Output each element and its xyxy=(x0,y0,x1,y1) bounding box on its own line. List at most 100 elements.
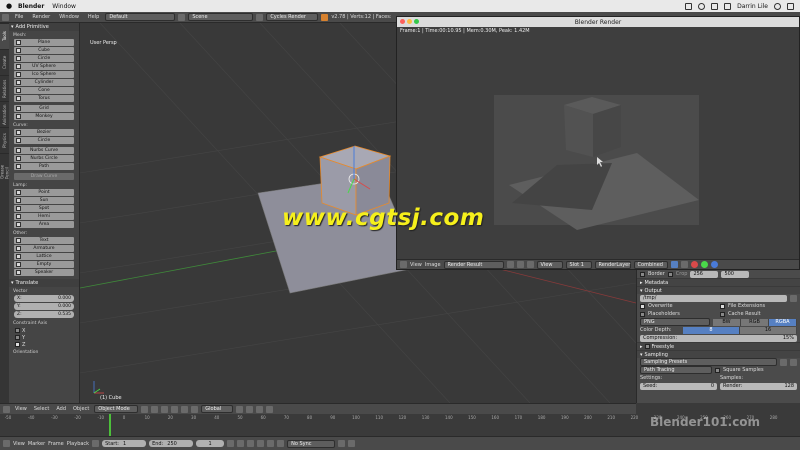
view-menu[interactable]: View xyxy=(13,406,29,412)
add-lattice-button[interactable]: Lattice xyxy=(14,253,74,260)
mac-user-name[interactable]: Darrin Lile xyxy=(737,3,768,10)
minimize-window-icon[interactable] xyxy=(407,19,412,24)
vector-y-field[interactable]: Y: 0.000 xyxy=(14,303,74,310)
timeline-menu-view[interactable]: View xyxy=(13,441,25,447)
depth-8-option[interactable]: 8 xyxy=(683,326,740,334)
image-icon[interactable] xyxy=(516,261,524,268)
add-path-button[interactable]: Path xyxy=(14,163,74,170)
search-icon[interactable] xyxy=(774,2,781,10)
display-alpha-icon[interactable] xyxy=(680,261,688,268)
wifi-icon[interactable] xyxy=(711,2,719,10)
editor-type-icon[interactable] xyxy=(3,405,10,413)
add-hemi-lamp-button[interactable]: Hemi xyxy=(14,213,74,220)
crop-checkbox[interactable] xyxy=(667,271,673,277)
add-cone-button[interactable]: Cone xyxy=(14,87,74,94)
display-rgb-icon[interactable] xyxy=(670,261,678,268)
vector-x-field[interactable]: X: 0.000 xyxy=(14,295,74,302)
menu-render[interactable]: Render xyxy=(29,14,53,20)
current-frame-indicator[interactable] xyxy=(109,414,111,436)
current-frame-field[interactable]: 1 xyxy=(196,440,225,447)
add-nurbs-curve-button[interactable]: Nurbs Curve xyxy=(14,147,74,154)
play-reverse-icon[interactable] xyxy=(247,440,255,447)
border-checkbox[interactable] xyxy=(640,271,645,277)
sampling-panel-header[interactable]: ▾ Sampling xyxy=(637,350,800,358)
scene-dropdown[interactable]: Scene xyxy=(188,13,254,21)
add-menu[interactable]: Add xyxy=(54,406,68,412)
jump-start-icon[interactable] xyxy=(227,440,235,447)
render-pass-dropdown[interactable]: Combined xyxy=(633,260,668,269)
time-machine-icon[interactable] xyxy=(698,2,706,10)
folder-icon[interactable] xyxy=(790,294,797,302)
render-samples-field[interactable]: Render: 128 xyxy=(720,382,797,390)
overwrite-checkbox[interactable] xyxy=(640,303,645,309)
proportional-edit-icon[interactable] xyxy=(246,405,254,413)
add-point-lamp-button[interactable]: Point xyxy=(14,189,74,196)
record-icon[interactable] xyxy=(92,440,100,447)
compression-slider[interactable]: Compression: 15% xyxy=(640,334,797,342)
menu-window[interactable]: Window xyxy=(56,14,82,20)
tab-relations[interactable]: Relations xyxy=(0,75,9,101)
timeline-menu-marker[interactable]: Marker xyxy=(28,441,45,447)
image-menu-view[interactable]: View xyxy=(410,262,422,268)
add-cylinder-button[interactable]: Cylinder xyxy=(14,79,74,86)
frame-start-field[interactable]: 256 xyxy=(690,270,719,278)
freestyle-panel-header[interactable]: ▸ Freestyle xyxy=(637,342,800,350)
object-menu[interactable]: Object xyxy=(71,406,91,412)
add-preset-icon[interactable] xyxy=(780,358,787,366)
transform-orientation-dropdown[interactable]: Global xyxy=(201,405,234,413)
translate-panel-header[interactable]: ▾ Translate xyxy=(9,279,79,287)
scale-manipulator-icon[interactable] xyxy=(191,405,199,413)
menu-file[interactable]: File xyxy=(12,14,26,20)
apple-icon[interactable]: ● xyxy=(0,2,18,10)
constraint-y-checkbox[interactable]: Y xyxy=(9,334,79,341)
add-armature-button[interactable]: Armature xyxy=(14,245,74,252)
zoom-window-icon[interactable] xyxy=(414,19,419,24)
depth-16-option[interactable]: 16 xyxy=(740,326,797,334)
end-frame-field[interactable]: End: 250 xyxy=(149,440,194,447)
interaction-mode-dropdown[interactable]: Object Mode xyxy=(94,405,139,413)
render-engine-dropdown[interactable]: Cycles Render xyxy=(266,13,319,21)
seed-field[interactable]: Seed: 0 xyxy=(640,382,717,390)
render-window-titlebar[interactable]: Blender Render xyxy=(397,17,799,27)
editor-type-icon[interactable] xyxy=(400,261,407,268)
output-panel-header[interactable]: ▾ Output xyxy=(637,286,800,294)
add-bezier-button[interactable]: Bezier xyxy=(14,129,74,136)
add-plane-button[interactable]: Plane xyxy=(14,39,74,46)
image-menu-image[interactable]: Image xyxy=(425,262,441,268)
keying-icon[interactable] xyxy=(338,440,346,447)
add-text-button[interactable]: Text xyxy=(14,237,74,244)
add-cube-button[interactable]: Cube xyxy=(14,47,74,54)
render-preview-icon[interactable] xyxy=(266,405,274,413)
editor-type-icon[interactable] xyxy=(2,13,9,21)
add-ico-sphere-button[interactable]: Ico Sphere xyxy=(14,71,74,78)
layout-dropdown[interactable]: Default xyxy=(105,13,176,21)
add-speaker-button[interactable]: Speaker xyxy=(14,269,74,276)
battery-icon[interactable] xyxy=(724,2,732,10)
close-image-icon[interactable] xyxy=(526,261,534,268)
add-nurbs-circle-button[interactable]: Nurbs Circle xyxy=(14,155,74,162)
pin-icon[interactable] xyxy=(506,261,514,268)
constraint-z-checkbox[interactable]: Z xyxy=(9,341,79,348)
file-format-dropdown[interactable]: PNG xyxy=(640,318,710,326)
bw-option[interactable]: BW xyxy=(713,318,741,326)
integrator-dropdown[interactable]: Path Tracing xyxy=(640,366,712,374)
slot-dropdown[interactable]: Slot 1 xyxy=(565,260,592,269)
add-scene-icon[interactable] xyxy=(256,13,264,21)
start-frame-field[interactable]: Start: 1 xyxy=(102,440,147,447)
menu-help[interactable]: Help xyxy=(85,14,102,20)
select-menu[interactable]: Select xyxy=(32,406,51,412)
draw-curve-button[interactable]: Draw Curve xyxy=(14,173,74,180)
file-extensions-checkbox[interactable] xyxy=(720,303,725,309)
square-samples-checkbox[interactable] xyxy=(715,367,720,373)
cache-result-checkbox[interactable] xyxy=(720,311,725,317)
add-area-lamp-button[interactable]: Area xyxy=(14,221,74,228)
remove-preset-icon[interactable] xyxy=(790,358,797,366)
timeline-menu-playback[interactable]: Playback xyxy=(67,441,89,447)
add-sun-lamp-button[interactable]: Sun xyxy=(14,197,74,204)
placeholders-checkbox[interactable] xyxy=(640,311,645,317)
keyset-icon[interactable] xyxy=(348,440,356,447)
tab-physics[interactable]: Physics xyxy=(0,127,9,153)
add-torus-button[interactable]: Torus xyxy=(14,95,74,102)
mac-menu-window[interactable]: Window xyxy=(52,3,76,10)
view-mode-dropdown[interactable]: View xyxy=(536,260,563,269)
